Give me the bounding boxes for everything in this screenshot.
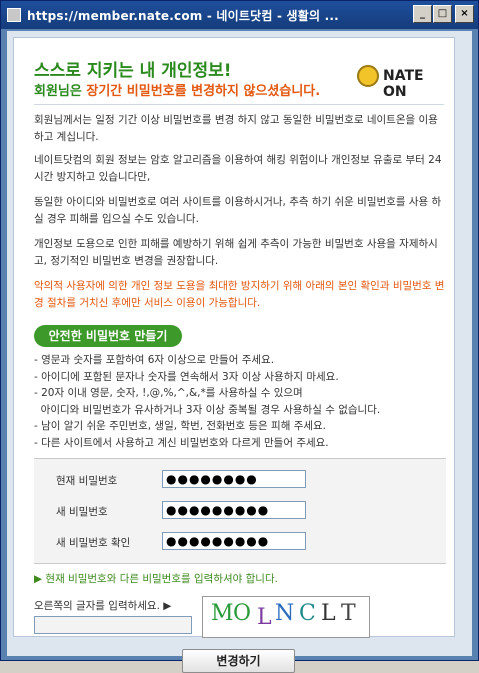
confirm-password-label: 새 비밀번호 확인 [56, 537, 131, 549]
captcha-char: C [299, 601, 316, 626]
rule-item: - 아이디에 포함된 문자나 숫자를 연속해서 3자 이상 사용하지 마세요. [34, 370, 339, 383]
info-paragraph-4: 개인정보 도용으로 인한 피해를 예방하기 위해 쉽게 추측이 가능한 비밀번호… [34, 238, 438, 267]
captcha-char: T [341, 601, 356, 626]
popup-window: https://member.nate.com - 네이트닷컴 - 생활의 ..… [0, 0, 479, 673]
subtitle-prefix: 회원님은 [34, 84, 87, 99]
password-form: 현재 비밀번호 ●●●●●●●● 새 비밀번호 ●●●●●●●●● 새 비밀번호… [34, 458, 446, 564]
maximize-button[interactable]: □ [433, 5, 452, 23]
captcha-char: N [275, 601, 295, 626]
title-bar[interactable]: https://member.nate.com - 네이트닷컴 - 생활의 ..… [1, 1, 478, 29]
rule-item: - 남이 알기 쉬운 주민번호, 생일, 학번, 전화번호 등은 피해 주세요. [34, 420, 327, 432]
window-content: 스스로 지키는 내 개인정보! 회원님은 장기간 비밀번호를 변경하지 않으셨습… [7, 31, 472, 673]
warning-paragraph: 악의적 사용자에 의한 개인 정보 도용을 최대한 방지하기 위해 아래의 본인… [34, 280, 445, 309]
info-paragraph-1: 회원님께서는 일정 기간 이상 비밀번호를 변경 하지 않고 동일한 비밀번호로… [34, 114, 438, 143]
minimize-button[interactable]: _ [413, 5, 432, 23]
captcha-char: M [211, 601, 234, 626]
captcha-input[interactable] [34, 616, 192, 634]
rule-item: - 다른 사이트에서 사용하고 계신 비밀번호와 다르게 만들어 주세요. [34, 436, 329, 449]
new-password-label: 새 비밀번호 [56, 506, 108, 518]
subtitle-highlight: 장기간 비밀번호를 변경하지 않으셨습니다. [86, 84, 321, 99]
captcha-image: M O L N C L T [202, 596, 370, 638]
captcha-char: O [233, 601, 252, 626]
nateon-logo-text: NATE ON [383, 68, 424, 100]
safe-password-heading: 안전한 비밀번호 만들기 [34, 325, 182, 347]
captcha-char: L [321, 601, 336, 626]
close-button[interactable]: × [455, 5, 474, 23]
main-panel: 스스로 지키는 내 개인정보! 회원님은 장기간 비밀번호를 변경하지 않으셨습… [13, 37, 455, 638]
browser-page-icon [7, 8, 21, 22]
change-password-button[interactable]: 변경하기 [182, 649, 295, 673]
captcha-label: 오른쪽의 글자를 입력하세요. ▶ [34, 600, 172, 612]
info-paragraph-2: 네이트닷컴의 회원 정보는 암호 알고리즘을 이용하여 해킹 위험이나 개인정보… [34, 154, 442, 183]
window-title: https://member.nate.com - 네이트닷컴 - 생활의 ..… [27, 9, 339, 23]
current-password-input[interactable]: ●●●●●●●● [162, 470, 306, 488]
nateon-logo-icon [357, 65, 379, 87]
rule-item: - 20자 이내 영문, 숫자, !,@,%,^,&,*를 사용하실 수 있으며 [34, 387, 303, 399]
rule-item: - 영문과 숫자를 포함하여 6자 이상으로 만들어 주세요. [34, 354, 275, 366]
confirm-password-input[interactable]: ●●●●●●●●● [162, 532, 306, 550]
current-password-row: 현재 비밀번호 ●●●●●●●● [34, 469, 446, 491]
header-divider [34, 104, 444, 105]
page-title: 스스로 지키는 내 개인정보! [34, 61, 232, 81]
info-paragraph-3: 동일한 아이디와 비밀번호로 여러 사이트를 이용하시거나, 추측 하기 쉬운 … [34, 196, 442, 225]
new-password-row: 새 비밀번호 ●●●●●●●●● [34, 500, 446, 522]
captcha-char: L [257, 605, 272, 630]
confirm-password-row: 새 비밀번호 확인 ●●●●●●●●● [34, 531, 446, 553]
nateon-logo: NATE ON [357, 62, 441, 100]
rule-item: 아이디와 비밀번호가 유사하거나 3자 이상 중복될 경우 사용하실 수 없습니… [34, 403, 381, 416]
password-notice: ▶ 현재 비밀번호와 다른 비밀번호를 입력하셔야 합니다. [34, 573, 278, 585]
new-password-input[interactable]: ●●●●●●●●● [162, 501, 306, 519]
password-rules: - 영문과 숫자를 포함하여 6자 이상으로 만들어 주세요. - 아이디에 포… [34, 352, 448, 451]
current-password-label: 현재 비밀번호 [56, 475, 118, 487]
page-subtitle: 회원님은 장기간 비밀번호를 변경하지 않으셨습니다. [34, 80, 320, 99]
